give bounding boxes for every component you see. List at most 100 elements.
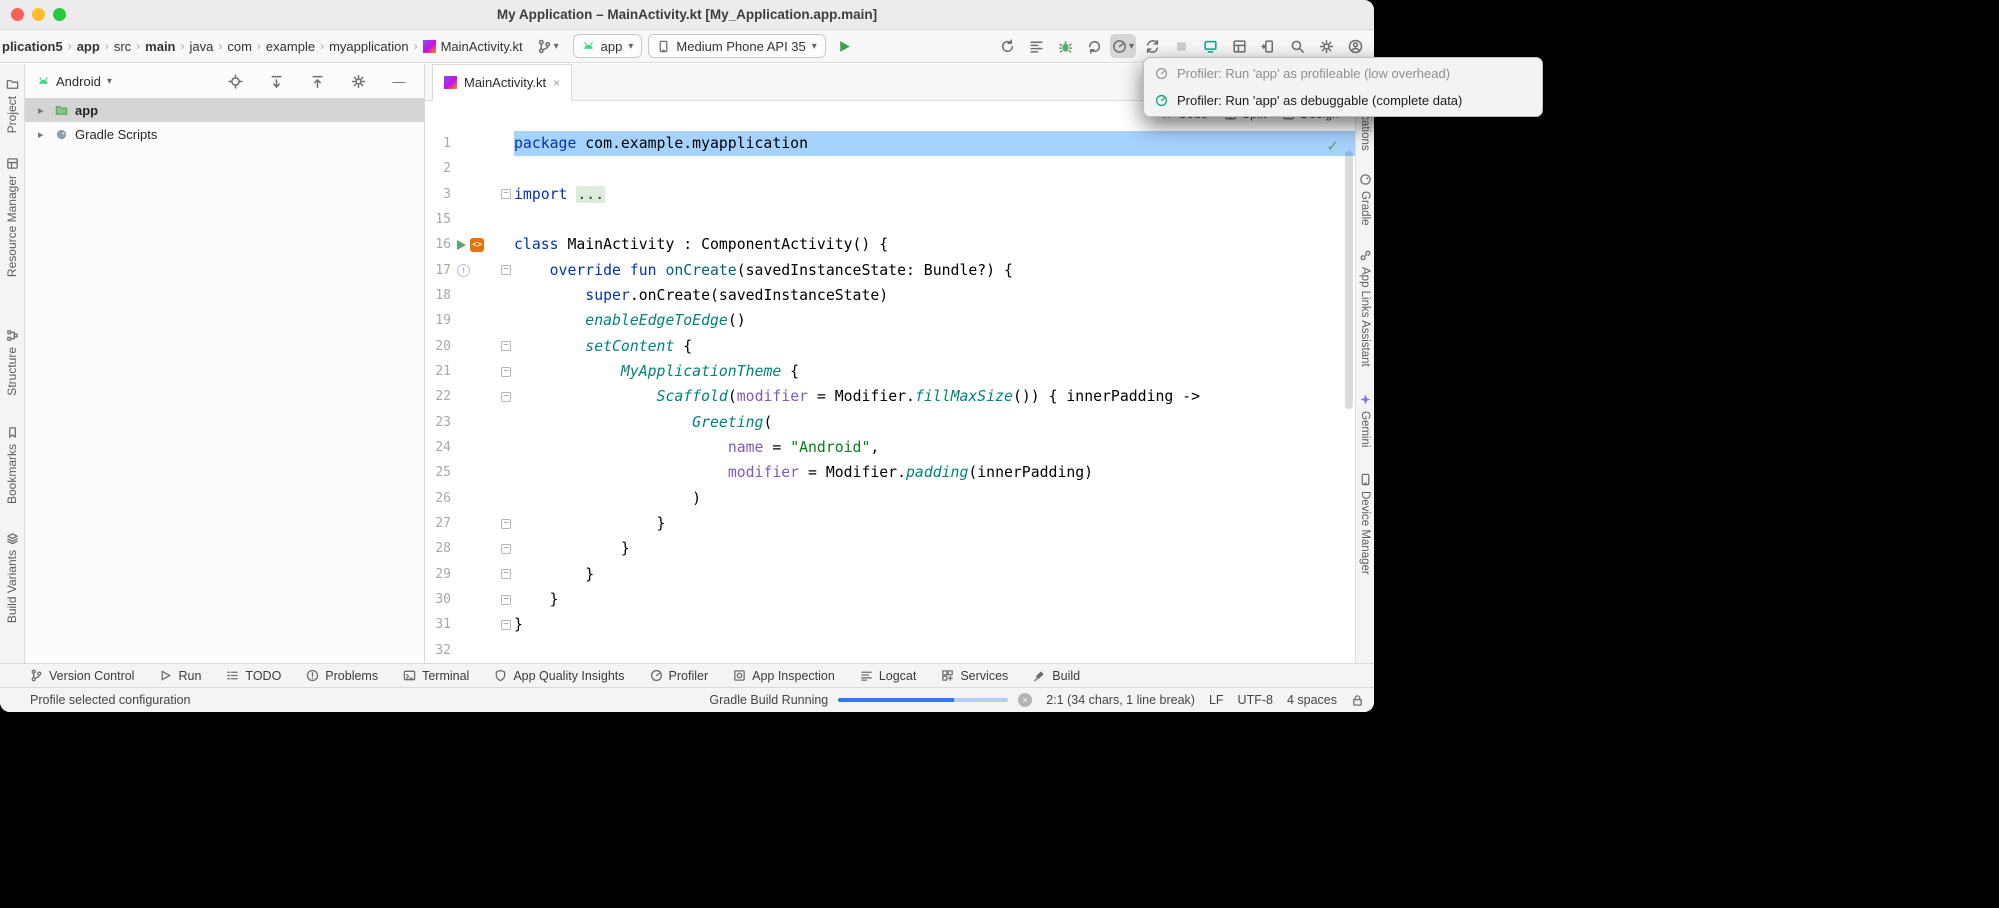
tool-button-app-quality-insights[interactable]: App Quality Insights (494, 669, 624, 683)
menu-item-debuggable[interactable]: Profiler: Run 'app' as debuggable (compl… (1144, 87, 1542, 114)
code-line[interactable]: 32 (425, 638, 1355, 663)
breadcrumb-item[interactable]: myapplication (329, 39, 409, 54)
indent-indicator[interactable]: 4 spaces (1287, 693, 1337, 707)
tool-button-app-links-assistant[interactable]: App Links Assistant (1359, 249, 1372, 367)
code-line[interactable]: 15 (425, 207, 1355, 232)
tool-button-gemini[interactable]: Gemini (1359, 393, 1372, 447)
code-text[interactable]: setContent { (514, 334, 1355, 359)
device-streaming-icon[interactable] (1197, 34, 1223, 58)
tool-button-resource-manager[interactable]: Resource Manager (5, 157, 19, 277)
zoom-window-button[interactable] (53, 8, 66, 21)
code-text[interactable]: } (514, 587, 1355, 612)
apply-changes-icon[interactable] (994, 34, 1020, 58)
settings-gear-icon[interactable] (1313, 34, 1339, 58)
code-text[interactable]: } (514, 511, 1355, 536)
code-line[interactable]: 2 (425, 156, 1355, 181)
breadcrumb-item[interactable]: src (114, 39, 131, 54)
code-line[interactable]: 24 name = "Android", (425, 435, 1355, 460)
tool-button-build[interactable]: Build (1033, 669, 1080, 683)
collapse-all-icon[interactable] (263, 69, 289, 93)
tool-button-project[interactable]: Project (5, 78, 19, 133)
code-line[interactable]: 18 super.onCreate(savedInstanceState) (425, 283, 1355, 308)
code-line[interactable]: 26 ) (425, 486, 1355, 511)
line-separator-indicator[interactable]: LF (1209, 693, 1224, 707)
locate-file-icon[interactable] (222, 69, 248, 93)
breadcrumb-item[interactable]: app (77, 39, 100, 54)
code-text[interactable]: modifier = Modifier.padding(innerPadding… (514, 460, 1355, 485)
code-line[interactable]: 23 Greeting( (425, 410, 1355, 435)
code-text[interactable] (514, 156, 1355, 181)
code-line[interactable]: 16<>class MainActivity : ComponentActivi… (425, 232, 1355, 257)
close-tab-icon[interactable]: × (553, 76, 560, 90)
fold-icon[interactable]: − (501, 595, 511, 605)
editor-body[interactable]: ✓ 1package com.example.myapplication23−i… (425, 101, 1355, 663)
caret-position[interactable]: 2:1 (34 chars, 1 line break) (1046, 693, 1195, 707)
code-line[interactable]: 22− Scaffold(modifier = Modifier.fillMax… (425, 384, 1355, 409)
tool-button-profiler[interactable]: Profiler (650, 669, 709, 683)
tool-button-build-variants[interactable]: Build Variants (5, 532, 19, 623)
code-line[interactable]: 21− MyApplicationTheme { (425, 359, 1355, 384)
code-text[interactable]: package com.example.myapplication (514, 131, 1355, 156)
encoding-indicator[interactable]: UTF-8 (1238, 693, 1273, 707)
tree-item-gradle-scripts[interactable]: ▸ Gradle Scripts (25, 122, 424, 146)
breadcrumb-item-file[interactable]: MainActivity.kt (441, 39, 523, 54)
code-text[interactable] (514, 638, 1355, 663)
code-line[interactable]: 19 enableEdgeToEdge() (425, 308, 1355, 333)
lock-icon[interactable] (1351, 694, 1364, 707)
tab-mainactivity[interactable]: MainActivity.kt × (432, 64, 572, 101)
code-text[interactable] (514, 207, 1355, 232)
code-line[interactable]: 28− } (425, 536, 1355, 561)
device-select[interactable]: Medium Phone API 35 ▾ (648, 34, 825, 58)
fold-icon[interactable]: − (501, 519, 511, 529)
fold-icon[interactable]: − (501, 367, 511, 377)
code-text[interactable]: name = "Android", (514, 435, 1355, 460)
tool-button-gradle[interactable]: Gradle (1359, 173, 1372, 226)
breadcrumb-item[interactable]: plication5 (2, 39, 63, 54)
close-window-button[interactable] (11, 8, 24, 21)
tool-button-app-inspection[interactable]: App Inspection (733, 669, 835, 683)
apply-code-changes-icon[interactable] (1023, 34, 1049, 58)
breadcrumb-item[interactable]: com (227, 39, 252, 54)
tool-button-logcat[interactable]: Logcat (860, 669, 917, 683)
code-text[interactable]: } (514, 562, 1355, 587)
run-button[interactable] (832, 34, 858, 58)
panel-settings-gear-icon[interactable] (345, 69, 371, 93)
code-line[interactable]: 1package com.example.myapplication (425, 131, 1355, 156)
fold-icon[interactable]: − (501, 392, 511, 402)
code-line[interactable]: 31−} (425, 612, 1355, 637)
expand-arrow-icon[interactable]: ▸ (38, 104, 48, 117)
code-line[interactable]: 3−import ... (425, 182, 1355, 207)
tool-button-run[interactable]: Run (159, 669, 201, 683)
sync-project-icon[interactable] (1139, 34, 1165, 58)
override-gutter-icon[interactable]: ↑ (457, 264, 470, 277)
tree-item-app[interactable]: ▸ app (25, 98, 424, 122)
profiler-icon[interactable]: ▾ (1110, 34, 1136, 58)
tool-button-todo[interactable]: TODO (226, 669, 281, 683)
code-line[interactable]: 25 modifier = Modifier.padding(innerPadd… (425, 460, 1355, 485)
compose-gutter-icon[interactable]: <> (470, 238, 484, 252)
code-text[interactable]: Greeting( (514, 410, 1355, 435)
fold-icon[interactable]: − (501, 189, 511, 199)
breadcrumb-item[interactable]: example (266, 39, 315, 54)
hide-panel-icon[interactable]: — (386, 69, 412, 93)
stop-icon[interactable] (1168, 34, 1194, 58)
code-text[interactable]: } (514, 612, 1355, 637)
attach-debugger-icon[interactable] (1081, 34, 1107, 58)
fold-icon[interactable]: − (501, 569, 511, 579)
avatar-icon[interactable] (1342, 34, 1368, 58)
tool-button-version-control[interactable]: Version Control (30, 669, 134, 683)
code-line[interactable]: 30− } (425, 587, 1355, 612)
search-everywhere-icon[interactable] (1284, 34, 1310, 58)
run-configuration-select[interactable]: app ▾ (573, 34, 643, 58)
code-line[interactable]: 27− } (425, 511, 1355, 536)
debug-icon[interactable] (1052, 34, 1078, 58)
code-text[interactable]: } (514, 536, 1355, 561)
tool-button-bookmarks[interactable]: Bookmarks (5, 426, 19, 504)
tool-button-terminal[interactable]: Terminal (403, 669, 469, 683)
code-text[interactable]: super.onCreate(savedInstanceState) (514, 283, 1355, 308)
code-text[interactable]: import ... (514, 182, 1355, 207)
tool-button-services[interactable]: Services (941, 669, 1008, 683)
code-line[interactable]: 29− } (425, 562, 1355, 587)
expand-arrow-icon[interactable]: ▸ (38, 128, 48, 141)
tool-button-problems[interactable]: Problems (306, 669, 378, 683)
